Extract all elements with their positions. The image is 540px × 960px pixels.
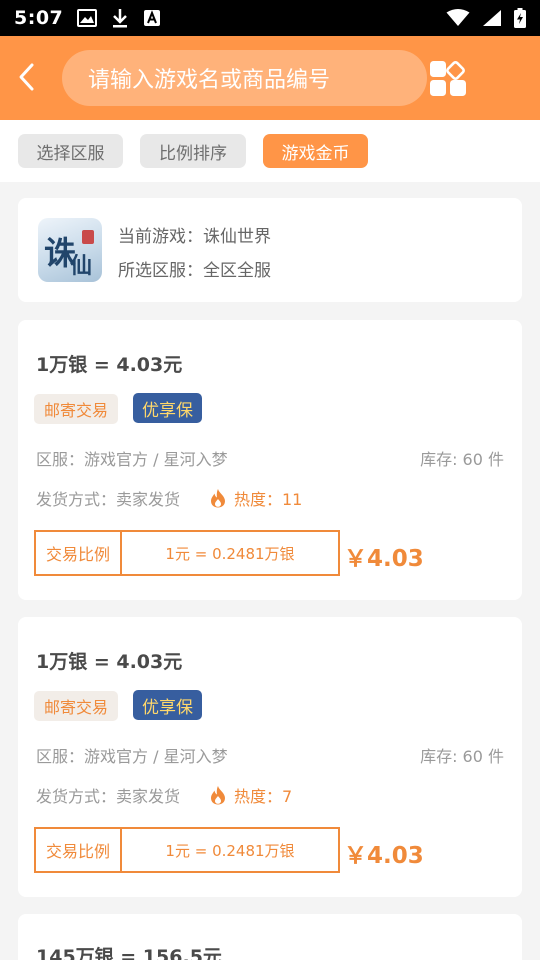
safe-guarantee-tag: 优享保 (133, 690, 202, 720)
status-bar: 5:07 (0, 0, 540, 36)
filter-game-coin-chip[interactable]: 游戏金币 (263, 134, 368, 168)
search-placeholder: 请输入游戏名或商品编号 (88, 68, 331, 93)
header-bar: 请输入游戏名或商品编号 (0, 36, 540, 120)
download-icon (113, 9, 128, 28)
listing-card[interactable]: 1万银 = 4.03元 邮寄交易 优享保 区服：游戏官方 / 星河入梦 库存: … (18, 320, 522, 600)
wifi-icon (446, 9, 470, 26)
flame-icon (211, 489, 225, 508)
stock-count: 库存: 60 件 (420, 450, 504, 469)
search-input[interactable]: 请输入游戏名或商品编号 (62, 50, 427, 106)
server-info: 区服：游戏官方 / 星河入梦 (36, 747, 228, 766)
filter-server-chip[interactable]: 选择区服 (18, 134, 123, 168)
ratio-label: 交易比例 (36, 532, 122, 574)
filter-ratio-sort-chip[interactable]: 比例排序 (140, 134, 246, 168)
listing-price: ￥4.03 (344, 546, 424, 572)
ratio-label: 交易比例 (36, 829, 122, 871)
heat-indicator: 热度：7 (210, 783, 292, 807)
mail-trade-tag: 邮寄交易 (34, 691, 119, 721)
stock-count: 库存: 60 件 (420, 747, 504, 766)
mail-trade-tag: 邮寄交易 (34, 394, 119, 424)
filter-ratio-sort-label: 比例排序 (159, 143, 227, 164)
back-arrow-icon[interactable] (14, 60, 40, 94)
battery-icon (514, 8, 526, 28)
image-icon (77, 9, 98, 27)
delivery-method: 发货方式：卖家发货 (36, 787, 181, 806)
filter-game-coin-label: 游戏金币 (281, 143, 350, 164)
ratio-value: 1元 = 0.2481万银 (165, 544, 295, 563)
font-a-icon (144, 10, 161, 26)
filter-server-label: 选择区服 (36, 143, 105, 164)
heat-value: 热度：11 (234, 490, 303, 509)
selected-server-text: 所选区服：全区全服 (118, 261, 271, 281)
current-game-text: 当前游戏：诛仙世界 (118, 227, 271, 247)
ratio-box: 交易比例 1元 = 0.2481万银 (34, 827, 340, 873)
listing-card[interactable]: 1万银 = 4.03元 邮寄交易 优享保 区服：游戏官方 / 星河入梦 库存: … (18, 617, 522, 897)
heat-value: 热度：7 (234, 787, 293, 806)
listing-title: 145万银 = 156.5元 (36, 946, 222, 960)
flame-icon (211, 786, 225, 805)
filter-bar: 选择区服 比例排序 游戏金币 (0, 120, 540, 182)
ratio-value: 1元 = 0.2481万银 (165, 841, 295, 860)
listing-card[interactable]: 145万银 = 156.5元 (18, 914, 522, 960)
server-info: 区服：游戏官方 / 星河入梦 (36, 450, 228, 469)
game-logo: 诛仙 (38, 218, 102, 282)
category-grid-icon[interactable] (428, 58, 472, 100)
game-info-card: 诛仙 当前游戏：诛仙世界 所选区服：全区全服 (18, 198, 522, 302)
signal-icon (483, 10, 501, 26)
delivery-method: 发货方式：卖家发货 (36, 490, 181, 509)
listing-price: ￥4.03 (344, 843, 424, 869)
safe-guarantee-tag: 优享保 (133, 393, 202, 423)
ratio-box: 交易比例 1元 = 0.2481万银 (34, 530, 340, 576)
listing-title: 1万银 = 4.03元 (36, 651, 183, 673)
status-time: 5:07 (14, 7, 64, 29)
heat-indicator: 热度：11 (210, 486, 302, 510)
listing-title: 1万银 = 4.03元 (36, 354, 183, 376)
